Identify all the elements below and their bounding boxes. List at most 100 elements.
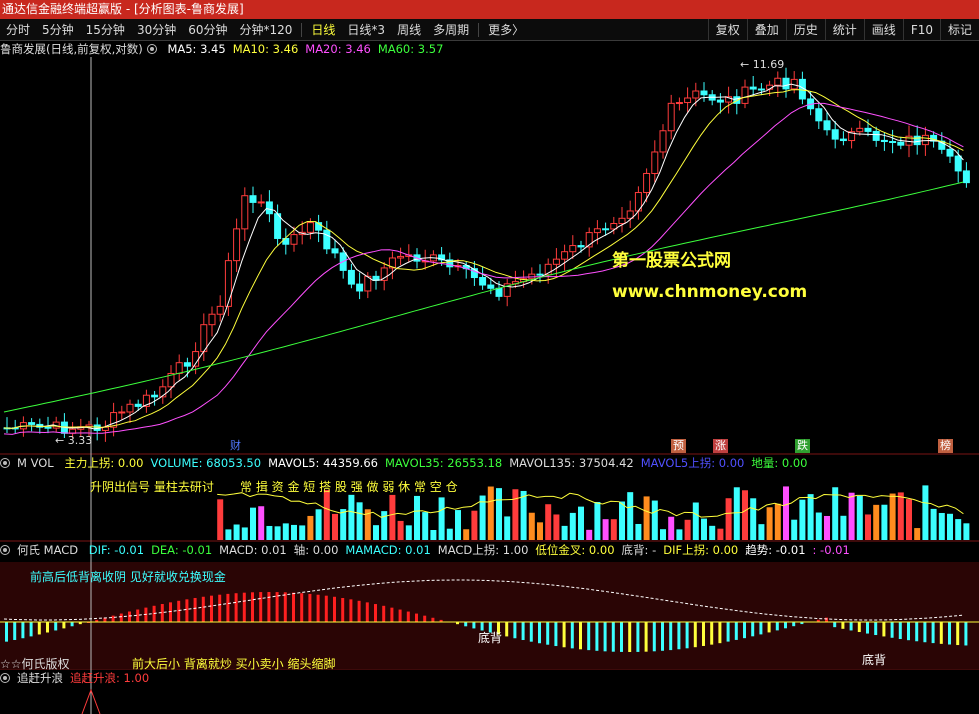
macd-bar — [341, 597, 345, 622]
event-flag-0[interactable]: 财 — [228, 439, 243, 453]
candle-body — [183, 362, 191, 367]
volume-settings-icon[interactable] — [0, 458, 10, 468]
macd-bar — [193, 597, 197, 622]
macd-bar — [275, 592, 279, 622]
macd-bar — [472, 622, 476, 629]
candle-body — [962, 170, 970, 184]
volume-bar — [266, 525, 273, 540]
macd-bar — [185, 599, 189, 622]
macd-bar — [792, 622, 796, 627]
candle-body — [946, 148, 954, 157]
chase-indicator-header: 追赶升浪 追赶升浪: 1.00 — [0, 670, 156, 686]
volume-note-right: 常 揖 资 金 短 搭 股 强 做 弱 休 常 空 仓 — [240, 480, 458, 494]
volume-bar — [348, 494, 355, 540]
volume-bar — [299, 525, 306, 540]
macd-bar — [128, 611, 131, 622]
vol-indicator-5: MAVOL5上拐: 0.00 — [640, 456, 745, 470]
volume-bar — [397, 520, 404, 540]
macd-bar — [652, 622, 656, 652]
macd-indicator-3: 轴: 0.00 — [293, 543, 339, 557]
volume-bar — [291, 524, 297, 540]
macd-bar — [775, 622, 779, 631]
candle-body — [897, 141, 905, 146]
macd-copyright: ☆☆何氏版权 — [0, 657, 70, 671]
macd-bar — [948, 622, 951, 645]
macd-bar — [693, 622, 697, 648]
volume-bar — [594, 501, 601, 540]
candle-body — [224, 260, 232, 307]
macd-bar — [21, 622, 25, 639]
candle-body — [569, 245, 577, 253]
event-flag-2[interactable]: 涨 — [713, 439, 728, 453]
candle-body — [921, 134, 929, 146]
candle-body — [208, 313, 216, 326]
volume-bar — [914, 528, 921, 540]
high-price-label: ← 11.69 — [740, 58, 785, 71]
macd-bar — [62, 622, 66, 629]
candle-body — [265, 201, 273, 215]
volume-bar — [840, 515, 847, 540]
volume-bar — [709, 525, 716, 540]
volume-bar — [578, 506, 584, 540]
candle-body — [356, 283, 364, 292]
event-flag-1[interactable]: 预 — [671, 439, 686, 453]
indicator-settings-icon[interactable] — [146, 44, 157, 54]
macd-bar — [857, 622, 861, 633]
volume-bar — [742, 490, 748, 540]
volume-bar — [906, 499, 912, 540]
divergence-label-2: 底背 — [862, 653, 887, 667]
macd-bar — [218, 594, 222, 622]
macd-indicator-10: : -0.01 — [812, 543, 850, 557]
volume-bar — [340, 509, 347, 540]
candle-body — [323, 229, 331, 250]
vol-indicator-3: MAVOL35: 26553.18 — [384, 456, 503, 470]
macd-indicator-2: MACD: 0.01 — [219, 543, 287, 557]
macd-bar — [54, 622, 58, 631]
macd-bar — [374, 604, 377, 622]
macd-bar — [398, 609, 402, 622]
macd-bar — [308, 593, 312, 622]
volume-bar — [602, 519, 609, 540]
macd-bar — [415, 613, 418, 622]
candle-body — [593, 228, 601, 234]
candle-body — [692, 90, 700, 99]
volume-bar — [389, 494, 396, 540]
candle-body — [274, 213, 282, 239]
macd-bar — [283, 592, 287, 622]
main-indicator-header: 鲁商发展(日线,前复权,对数) MA5: 3.45 MA10: 3.46 MA20:… — [0, 41, 450, 57]
macd-bar — [316, 594, 320, 622]
macd-bar — [390, 607, 394, 622]
macd-bar — [841, 622, 845, 629]
candle-body — [487, 284, 495, 289]
event-flag-4[interactable]: 榜 — [938, 439, 953, 453]
divergence-label-1: 底背 — [478, 631, 503, 645]
chase-settings-icon[interactable] — [0, 673, 10, 683]
volume-bar — [881, 504, 888, 540]
candle-body — [495, 287, 503, 297]
event-flag-3[interactable]: 跌 — [795, 439, 810, 453]
macd-settings-icon[interactable] — [0, 545, 10, 555]
macd-bar — [579, 622, 582, 650]
macd-bar — [292, 592, 295, 622]
volume-bar — [561, 525, 568, 540]
volume-bar — [758, 524, 765, 540]
macd-bar — [546, 622, 550, 645]
volume-bar — [323, 489, 330, 540]
volume-bar — [848, 492, 855, 540]
stock-label: 鲁商发展(日线,前复权,对数) — [0, 42, 143, 56]
chart-canvas[interactable] — [0, 0, 979, 714]
macd-bar — [661, 622, 664, 651]
candle-body — [175, 362, 183, 374]
macd-bar — [201, 596, 205, 622]
macd-bar — [743, 622, 746, 639]
candle-body — [347, 269, 355, 285]
volume-bar — [528, 512, 535, 540]
macd-bar — [702, 622, 705, 646]
macd-bar — [300, 593, 304, 622]
volume-bar — [643, 496, 650, 540]
macd-bar — [554, 622, 558, 647]
macd-indicator-5: MACD上拐: 1.00 — [437, 543, 529, 557]
candle-body — [479, 277, 487, 286]
volume-bar — [799, 499, 806, 540]
volume-bar — [619, 501, 625, 540]
